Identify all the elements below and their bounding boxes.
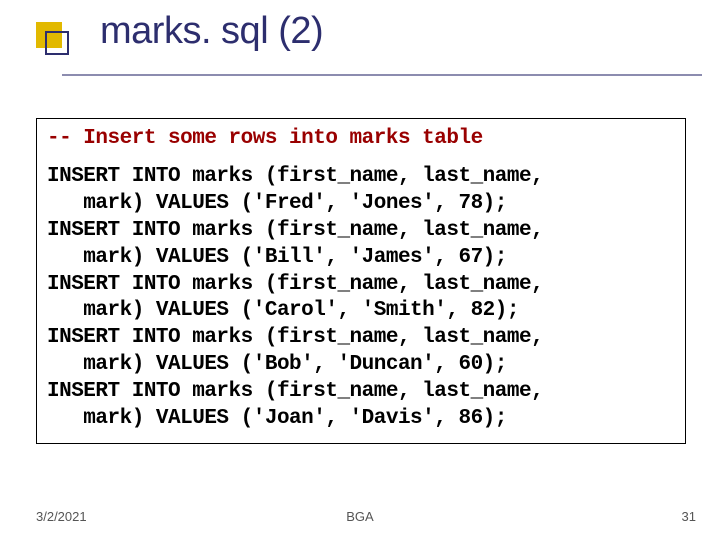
slide-title: marks. sql (2) <box>100 10 323 53</box>
bullet-square-icon <box>36 22 70 56</box>
square-front-icon <box>45 31 69 55</box>
code-box: -- Insert some rows into marks table INS… <box>36 118 686 444</box>
footer-center: BGA <box>0 509 720 524</box>
slide: marks. sql (2) -- Insert some rows into … <box>0 0 720 540</box>
slide-header: marks. sql (2) <box>0 0 720 90</box>
footer-page-number: 31 <box>682 509 696 524</box>
sql-statement: INSERT INTO marks (first_name, last_name… <box>47 164 675 218</box>
sql-statement: INSERT INTO marks (first_name, last_name… <box>47 325 675 379</box>
title-underline <box>62 74 702 76</box>
sql-statement: INSERT INTO marks (first_name, last_name… <box>47 218 675 272</box>
sql-statement: INSERT INTO marks (first_name, last_name… <box>47 379 675 433</box>
sql-statement: INSERT INTO marks (first_name, last_name… <box>47 272 675 326</box>
sql-comment: -- Insert some rows into marks table <box>47 127 675 150</box>
